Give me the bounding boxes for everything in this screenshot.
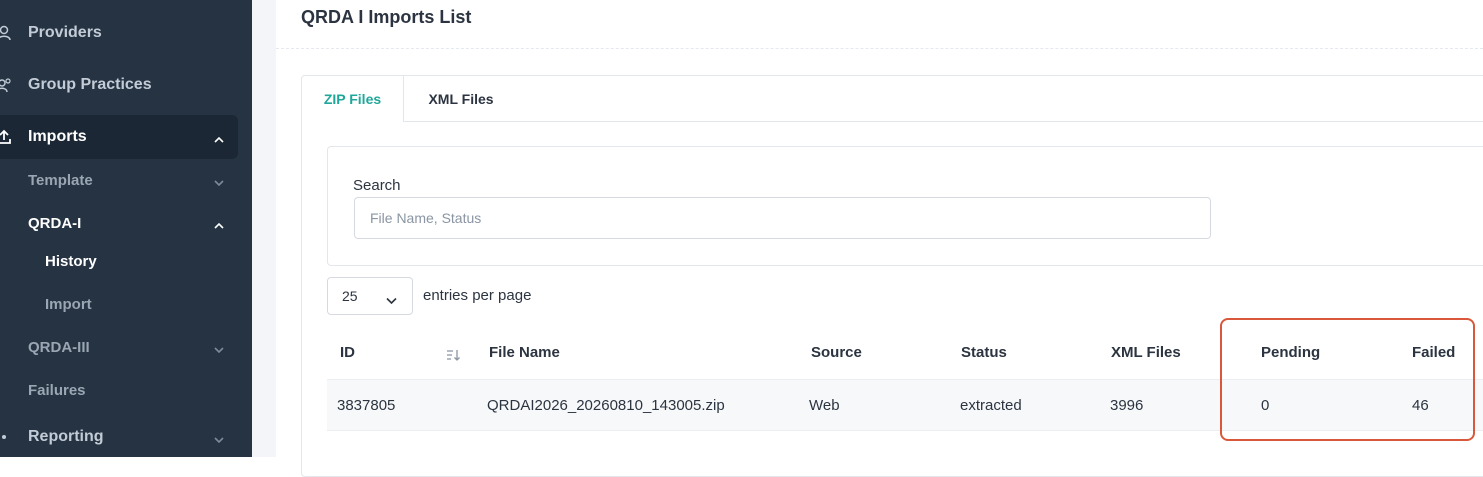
- divider: [276, 48, 1483, 49]
- column-header-source[interactable]: Source: [811, 344, 862, 361]
- sidebar-item-reporting[interactable]: Reporting: [0, 415, 252, 459]
- entries-label: entries per page: [423, 287, 532, 304]
- tab-zip-files[interactable]: ZIP Files: [302, 76, 404, 122]
- column-header-status[interactable]: Status: [961, 344, 1007, 361]
- sidebar-item-label: QRDA-III: [28, 338, 90, 356]
- cell-source: Web: [809, 397, 840, 414]
- reporting-icon: [0, 429, 12, 445]
- sidebar-item-label: Reporting: [28, 428, 104, 445]
- sidebar-item-label: Template: [28, 171, 93, 189]
- cell-file-name: QRDAI2026_20260810_143005.zip: [487, 397, 725, 414]
- chevron-down-icon: [214, 342, 224, 354]
- upload-icon: [0, 129, 12, 145]
- column-header-file-name[interactable]: File Name: [489, 344, 560, 361]
- column-header-id[interactable]: ID: [340, 344, 355, 361]
- sidebar-item-group-practices[interactable]: Group Practices: [0, 63, 252, 107]
- chevron-up-icon: [214, 218, 224, 229]
- page-size-value: 25: [342, 288, 358, 304]
- content-gutter: [252, 0, 276, 457]
- sidebar-item-history[interactable]: History: [0, 243, 252, 279]
- search-panel: Search: [327, 146, 1483, 266]
- cell-id: 3837805: [337, 397, 396, 414]
- page-size-select[interactable]: 25: [327, 277, 413, 315]
- sidebar-item-label: Imports: [28, 128, 87, 145]
- sidebar-item-label: Providers: [28, 24, 102, 41]
- sort-icon[interactable]: [446, 348, 460, 362]
- sidebar-item-label: Group Practices: [28, 76, 152, 93]
- sidebar-item-label: Failures: [28, 381, 86, 399]
- chevron-down-icon: [214, 432, 224, 444]
- highlight-box: [1220, 318, 1475, 441]
- cell-xml-files: 3996: [1110, 397, 1144, 414]
- sidebar-item-label: History: [45, 252, 97, 270]
- sidebar-item-qrda-iii[interactable]: QRDA-III: [0, 329, 252, 365]
- sidebar-item-imports[interactable]: Imports: [0, 115, 238, 159]
- sidebar-item-qrda-i[interactable]: QRDA-I: [0, 205, 252, 241]
- sidebar-item-template[interactable]: Template: [0, 162, 252, 198]
- sidebar-item-providers[interactable]: Providers: [0, 11, 252, 55]
- chevron-down-icon: [386, 292, 397, 305]
- search-label: Search: [353, 177, 401, 194]
- page-title: QRDA I Imports List: [301, 7, 472, 27]
- sidebar-item-failures[interactable]: Failures: [0, 372, 252, 408]
- divider: [302, 121, 1483, 122]
- tab-xml-files[interactable]: XML Files: [403, 76, 519, 121]
- sidebar-item-import[interactable]: Import: [0, 286, 252, 322]
- column-header-xml-files[interactable]: XML Files: [1111, 344, 1181, 361]
- sidebar: Providers Group Practices Imports Templa…: [0, 0, 252, 457]
- search-input[interactable]: [354, 197, 1211, 239]
- sidebar-item-label: QRDA-I: [28, 214, 82, 232]
- cell-status: extracted: [960, 397, 1022, 414]
- chevron-up-icon: [214, 132, 224, 143]
- user-icon: [0, 25, 12, 41]
- group-icon: [0, 77, 12, 93]
- chevron-down-icon: [214, 175, 224, 187]
- sidebar-item-label: Import: [45, 295, 92, 313]
